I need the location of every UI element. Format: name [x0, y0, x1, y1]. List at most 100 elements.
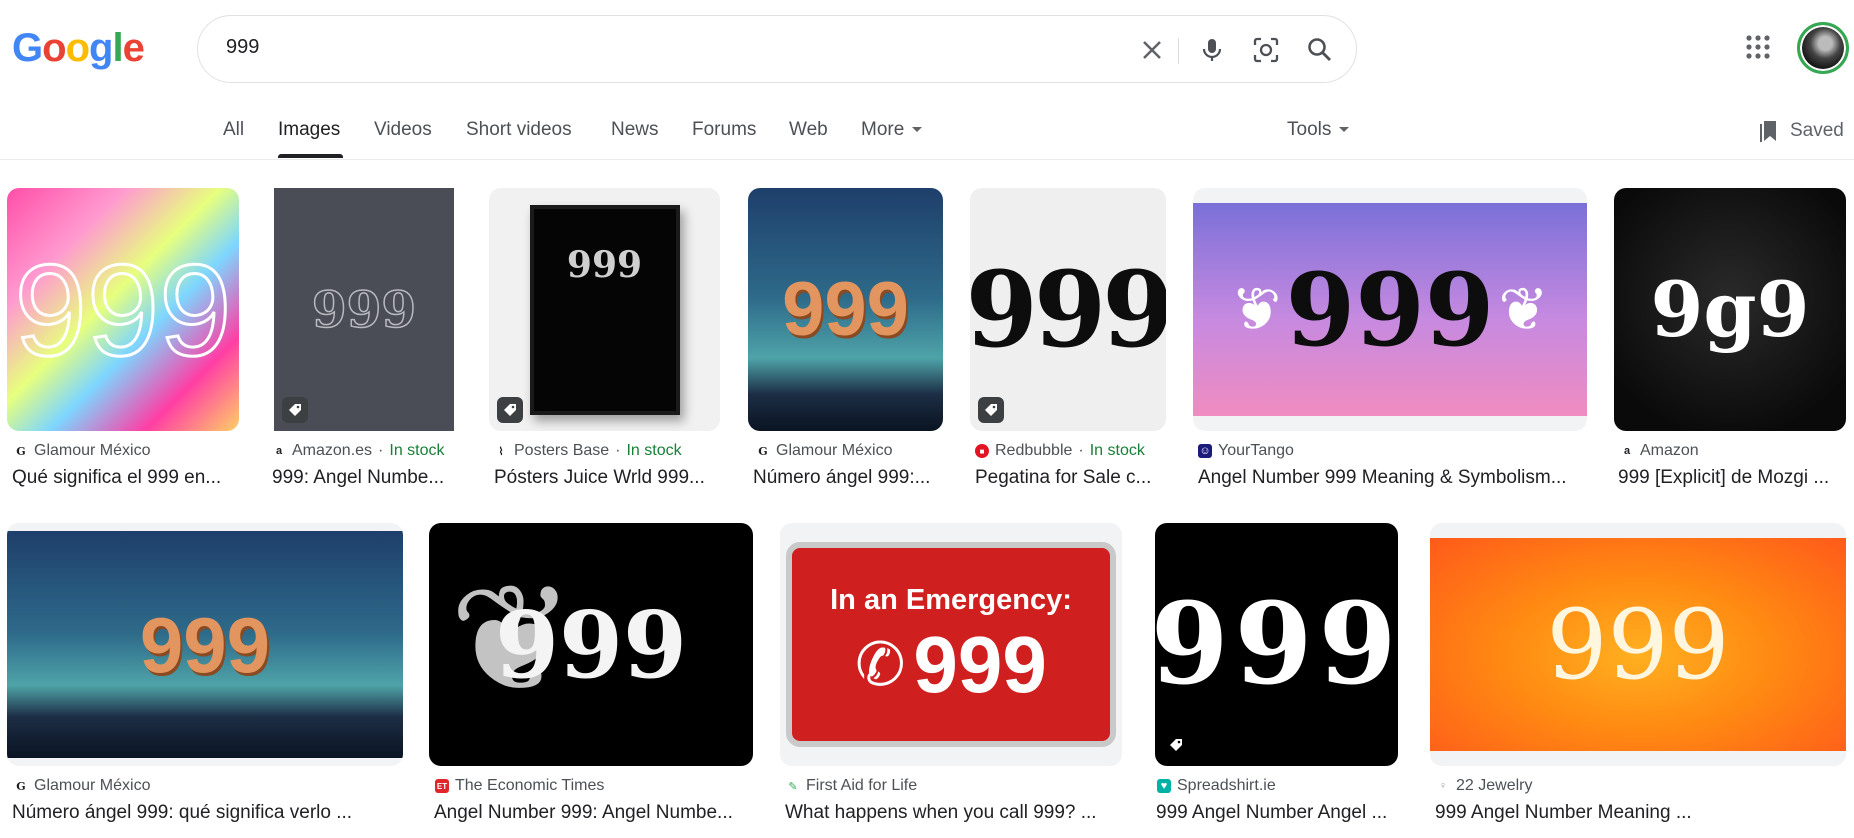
- spreadshirt-favicon: ♥: [1157, 779, 1171, 793]
- microphone-icon[interactable]: [1196, 34, 1228, 66]
- result-thumbnail[interactable]: 999: [970, 188, 1166, 431]
- thumb-number: 999: [913, 620, 1047, 709]
- amazon-favicon: a: [275, 445, 283, 457]
- saved-button[interactable]: Saved: [1760, 119, 1844, 143]
- result-title[interactable]: 999 Angel Number Angel ...: [1156, 802, 1401, 824]
- result-source[interactable]: ■ Redbubble · In stock: [975, 442, 1145, 460]
- apps-grid-icon[interactable]: [1745, 34, 1775, 64]
- source-name: First Aid for Life: [806, 777, 918, 794]
- stock-separator: ·: [1078, 442, 1084, 459]
- result-source[interactable]: a Amazon: [1620, 442, 1699, 460]
- source-name: The Economic Times: [455, 777, 605, 794]
- result-source[interactable]: ☺ YourTango: [1198, 442, 1294, 460]
- result-title[interactable]: Angel Number 999 Meaning & Symbolism...: [1198, 467, 1588, 489]
- result-source[interactable]: G Glamour México: [14, 777, 150, 795]
- source-name: Posters Base: [514, 442, 610, 459]
- result-thumbnail[interactable]: 999: [748, 188, 943, 431]
- logo-letter: G: [12, 26, 43, 70]
- result-thumbnail[interactable]: ❦ 999: [429, 523, 753, 766]
- search-icon[interactable]: [1304, 34, 1336, 66]
- result-source[interactable]: ET The Economic Times: [435, 777, 604, 795]
- thumb-number: 999: [13, 236, 233, 383]
- account-avatar[interactable]: [1797, 22, 1849, 74]
- result-source[interactable]: ✎ First Aid for Life: [786, 777, 917, 795]
- thumb-image: 999: [1430, 538, 1846, 751]
- result-source[interactable]: ♀ 22 Jewelry: [1436, 777, 1533, 795]
- tab-videos[interactable]: Videos: [374, 119, 432, 141]
- result-title[interactable]: Pósters Juice Wrld 999...: [494, 467, 719, 489]
- search-input[interactable]: [226, 36, 1026, 59]
- source-name: Amazon: [1640, 442, 1699, 459]
- logo-letter: o: [42, 26, 66, 70]
- jewelry-favicon: ♀: [1438, 780, 1448, 792]
- source-name: Amazon.es: [292, 442, 373, 459]
- glamour-favicon: G: [16, 779, 26, 793]
- tab-tools[interactable]: Tools: [1287, 119, 1350, 141]
- tab-more[interactable]: More: [861, 119, 923, 141]
- yourtango-favicon: ☺: [1198, 444, 1212, 458]
- result-title[interactable]: 999 Angel Number Meaning ...: [1435, 802, 1835, 824]
- source-name: Spreadshirt.ie: [1177, 777, 1276, 794]
- thumb-number: 999: [782, 266, 909, 352]
- result-title[interactable]: 999: Angel Numbe...: [272, 467, 457, 489]
- result-title[interactable]: Número ángel 999: qué significa verlo ..…: [12, 802, 404, 824]
- emergency-sign: In an Emergency: ✆ 999: [786, 542, 1116, 747]
- source-name: 22 Jewelry: [1456, 777, 1533, 794]
- thumb-number: 9g9: [1650, 264, 1810, 354]
- shopping-tag-icon: [1163, 732, 1189, 758]
- result-title[interactable]: What happens when you call 999? ...: [785, 802, 1115, 824]
- result-thumbnail[interactable]: In an Emergency: ✆ 999: [780, 523, 1122, 766]
- result-title[interactable]: Angel Number 999: Angel Numbe...: [434, 802, 752, 824]
- result-thumbnail[interactable]: 999: [7, 523, 403, 766]
- tab-short-videos[interactable]: Short videos: [466, 119, 572, 141]
- tab-web[interactable]: Web: [789, 119, 828, 141]
- result-title[interactable]: Qué significa el 999 en...: [12, 467, 242, 489]
- saved-label: Saved: [1790, 120, 1844, 141]
- result-thumbnail[interactable]: 999: [7, 188, 239, 431]
- bookmark-icon: [1760, 121, 1776, 142]
- result-title[interactable]: 999 [Explicit] de Mozgi ...: [1618, 467, 1850, 489]
- google-logo[interactable]: Google: [12, 26, 145, 71]
- economic-times-favicon: ET: [435, 779, 449, 793]
- thumb-image: 999: [7, 531, 403, 758]
- thumb-number: 999: [970, 247, 1166, 371]
- source-name: Redbubble: [995, 442, 1073, 459]
- result-title[interactable]: Pegatina for Sale c...: [975, 467, 1165, 489]
- result-thumbnail[interactable]: 9g9: [1614, 188, 1846, 431]
- emergency-number-row: ✆ 999: [855, 625, 1047, 705]
- logo-letter: e: [122, 26, 145, 70]
- tab-all[interactable]: All: [223, 119, 244, 141]
- thumb-number: 999: [1155, 578, 1398, 710]
- search-tabs: All Images Videos Short videos News Foru…: [0, 110, 1854, 160]
- source-name: YourTango: [1218, 442, 1294, 459]
- result-title[interactable]: Número ángel 999:...: [753, 467, 943, 489]
- clear-icon[interactable]: [1136, 34, 1168, 66]
- result-thumbnail[interactable]: ❦ 999 ❦: [1193, 188, 1587, 431]
- phone-icon: ✆: [855, 631, 906, 698]
- thumb-number: 999: [311, 279, 417, 339]
- result-source[interactable]: a Amazon.es · In stock: [272, 442, 445, 460]
- result-source[interactable]: ⌇ Posters Base · In stock: [494, 442, 681, 460]
- shopping-tag-icon: [978, 397, 1004, 423]
- tab-images[interactable]: Images: [278, 119, 340, 141]
- result-source[interactable]: ♥ Spreadshirt.ie: [1157, 777, 1276, 795]
- tab-tools-label: Tools: [1287, 119, 1332, 140]
- tab-forums[interactable]: Forums: [692, 119, 756, 141]
- first-aid-favicon: ✎: [788, 780, 798, 793]
- result-thumbnail[interactable]: 999: [1430, 523, 1846, 766]
- glamour-favicon: G: [758, 444, 768, 458]
- source-name: Glamour México: [34, 777, 151, 794]
- active-tab-indicator: [278, 154, 343, 158]
- camera-lens-icon[interactable]: [1250, 34, 1282, 66]
- result-thumbnail[interactable]: 999: [489, 188, 720, 431]
- source-name: Glamour México: [34, 442, 151, 459]
- thumb-number: 999: [1285, 250, 1495, 369]
- result-thumbnail[interactable]: 999: [274, 188, 454, 431]
- result-source[interactable]: G Glamour México: [14, 442, 150, 460]
- poster-frame: 999: [529, 204, 680, 415]
- search-divider: [1178, 38, 1179, 64]
- search-box[interactable]: [197, 15, 1357, 83]
- result-source[interactable]: G Glamour México: [756, 442, 892, 460]
- tab-news[interactable]: News: [611, 119, 659, 141]
- result-thumbnail[interactable]: 999: [1155, 523, 1398, 766]
